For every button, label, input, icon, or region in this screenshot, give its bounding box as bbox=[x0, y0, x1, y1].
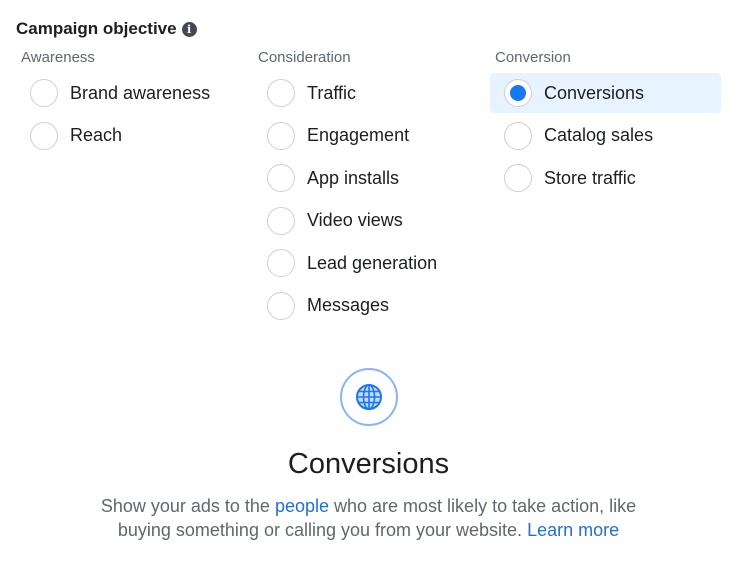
option-label: Catalog sales bbox=[544, 125, 654, 146]
option-label: Lead generation bbox=[307, 252, 438, 273]
radio-button[interactable] bbox=[267, 206, 295, 235]
option-brand-awareness[interactable]: Brand awareness bbox=[16, 73, 236, 113]
people-link[interactable]: people bbox=[275, 496, 329, 516]
option-catalog-sales[interactable]: Catalog sales bbox=[490, 116, 721, 156]
option-label: Video views bbox=[307, 210, 403, 231]
desc-text: buying something or calling you from you… bbox=[117, 520, 528, 540]
radio-button[interactable] bbox=[30, 121, 58, 150]
desc-text: who are most likely to take action, like bbox=[329, 496, 637, 516]
globe-icon bbox=[355, 384, 382, 410]
detail-title: Conversions bbox=[287, 448, 450, 480]
radio-button[interactable] bbox=[267, 249, 295, 278]
option-label: Messages bbox=[307, 295, 390, 316]
desc-text: Show your ads to the bbox=[100, 496, 275, 516]
campaign-objective-header: Campaign objective i bbox=[16, 19, 197, 39]
option-conversions[interactable]: Conversions bbox=[490, 73, 721, 113]
option-label: App installs bbox=[307, 167, 400, 188]
radio-button[interactable] bbox=[504, 121, 532, 150]
option-label: Store traffic bbox=[544, 167, 636, 188]
column-conversion: Conversion Conversions Catalog sales Sto… bbox=[490, 49, 721, 201]
globe-icon-circle bbox=[339, 368, 398, 426]
option-messages[interactable]: Messages bbox=[253, 286, 478, 326]
column-awareness: Awareness Brand awareness Reach bbox=[16, 49, 236, 158]
option-traffic[interactable]: Traffic bbox=[253, 73, 478, 113]
column-heading: Awareness bbox=[21, 49, 95, 66]
radio-button[interactable] bbox=[267, 121, 295, 150]
radio-button[interactable] bbox=[267, 79, 295, 107]
option-reach[interactable]: Reach bbox=[16, 116, 236, 156]
option-label: Brand awareness bbox=[70, 82, 211, 103]
option-label: Engagement bbox=[307, 125, 410, 146]
page-title: Campaign objective bbox=[16, 19, 177, 38]
option-store-traffic[interactable]: Store traffic bbox=[490, 158, 721, 198]
option-lead-generation[interactable]: Lead generation bbox=[253, 243, 478, 283]
option-engagement[interactable]: Engagement bbox=[253, 116, 478, 156]
radio-button[interactable] bbox=[267, 291, 295, 320]
option-label: Reach bbox=[70, 125, 123, 146]
radio-button[interactable] bbox=[504, 164, 532, 193]
radio-dot bbox=[510, 85, 526, 101]
option-app-installs[interactable]: App installs bbox=[253, 158, 478, 198]
option-label: Traffic bbox=[307, 82, 357, 103]
detail-description: Show your ads to the people who are most… bbox=[0, 494, 737, 542]
learn-more-link[interactable]: Learn more bbox=[527, 520, 619, 540]
option-label: Conversions bbox=[544, 82, 645, 103]
radio-button-selected[interactable] bbox=[504, 79, 532, 107]
column-consideration: Consideration Traffic Engagement App ins… bbox=[253, 49, 478, 329]
option-video-views[interactable]: Video views bbox=[253, 201, 478, 241]
radio-button[interactable] bbox=[30, 79, 58, 107]
column-heading: Consideration bbox=[258, 49, 351, 66]
objective-detail: Conversions Show your ads to the people … bbox=[0, 368, 737, 542]
info-icon[interactable]: i bbox=[181, 21, 197, 37]
column-heading: Conversion bbox=[495, 49, 571, 66]
radio-button[interactable] bbox=[267, 164, 295, 193]
